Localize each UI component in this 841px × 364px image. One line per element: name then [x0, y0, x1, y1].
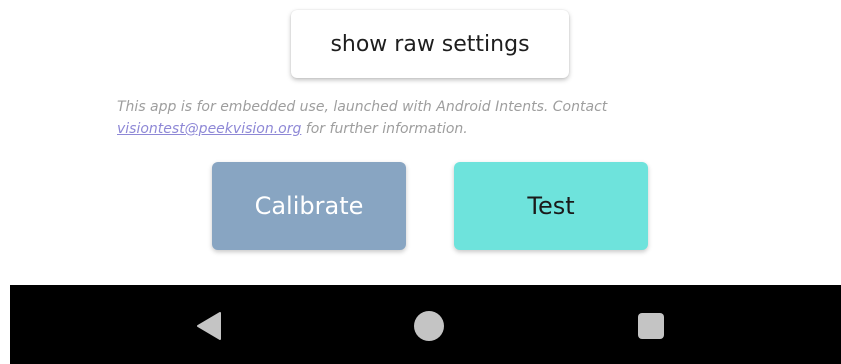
info-text-before: This app is for embedded use, launched w…	[117, 99, 608, 115]
email-link[interactable]: visiontest@peekvision.org	[117, 121, 301, 137]
calibrate-button[interactable]: Calibrate	[212, 162, 406, 250]
system-navigation-bar	[10, 285, 841, 364]
info-text-after: for further information.	[301, 121, 468, 137]
home-icon[interactable]	[412, 309, 446, 343]
app-screen: show raw settings This app is for embedd…	[0, 0, 841, 364]
recent-apps-icon[interactable]	[634, 309, 668, 343]
info-text: This app is for embedded use, launched w…	[117, 96, 677, 140]
back-icon[interactable]	[192, 309, 226, 343]
show-raw-settings-button[interactable]: show raw settings	[291, 10, 569, 78]
test-button[interactable]: Test	[454, 162, 648, 250]
